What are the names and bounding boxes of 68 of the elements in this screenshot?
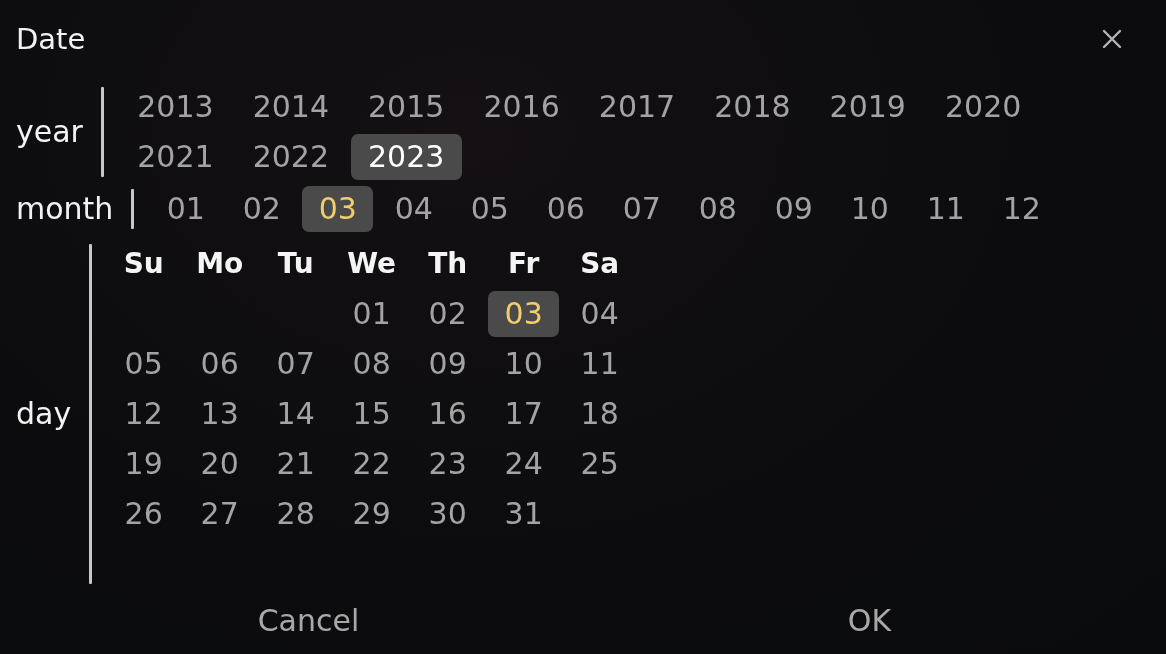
month-option[interactable]: 11: [910, 186, 982, 232]
day-option[interactable]: 22: [336, 441, 408, 487]
weekday-header: We: [346, 246, 398, 282]
day-option[interactable]: 05: [108, 341, 180, 387]
day-option[interactable]: 09: [412, 341, 484, 387]
year-option[interactable]: 2021: [119, 134, 231, 180]
day-option[interactable]: 30: [412, 491, 484, 537]
weekday-header: Mo: [195, 246, 245, 282]
day-option[interactable]: 07: [260, 341, 332, 387]
day-option[interactable]: 24: [488, 441, 560, 487]
day-option[interactable]: 28: [260, 491, 332, 537]
year-label: year: [16, 113, 83, 151]
year-option[interactable]: 2014: [235, 84, 347, 130]
month-option[interactable]: 10: [834, 186, 906, 232]
confirm-button[interactable]: OK: [833, 596, 906, 645]
cancel-button[interactable]: Cancel: [243, 596, 374, 645]
month-option[interactable]: 09: [758, 186, 830, 232]
day-option[interactable]: 20: [184, 441, 256, 487]
weekday-header: Su: [122, 246, 165, 282]
day-option[interactable]: 08: [336, 341, 408, 387]
weekday-header: Tu: [276, 246, 315, 282]
month-option[interactable]: 08: [682, 186, 754, 232]
day-option[interactable]: 13: [184, 391, 256, 437]
day-option[interactable]: 10: [488, 341, 560, 387]
day-option[interactable]: 23: [412, 441, 484, 487]
day-option[interactable]: 02: [412, 291, 484, 337]
day-option[interactable]: 06: [184, 341, 256, 387]
month-option[interactable]: 04: [378, 186, 450, 232]
weekday-header: Fr: [507, 246, 541, 282]
day-option[interactable]: 29: [336, 491, 408, 537]
day-option[interactable]: 11: [564, 341, 636, 387]
month-option[interactable]: 06: [530, 186, 602, 232]
day-option[interactable]: 19: [108, 441, 180, 487]
day-option[interactable]: 18: [564, 391, 636, 437]
month-label: month: [16, 190, 114, 228]
close-icon[interactable]: [1102, 29, 1122, 49]
month-option[interactable]: 02: [226, 186, 298, 232]
day-option[interactable]: 25: [564, 441, 636, 487]
day-option[interactable]: 27: [184, 491, 256, 537]
day-option[interactable]: 12: [108, 391, 180, 437]
day-option[interactable]: 31: [488, 491, 560, 537]
year-option[interactable]: 2020: [927, 84, 1039, 130]
day-option[interactable]: 01: [336, 291, 408, 337]
day-option[interactable]: 04: [564, 291, 636, 337]
month-option[interactable]: 03: [302, 186, 374, 232]
day-option[interactable]: 26: [108, 491, 180, 537]
month-option[interactable]: 05: [454, 186, 526, 232]
month-option[interactable]: 12: [986, 186, 1058, 232]
weekday-header: Th: [427, 246, 469, 282]
year-option[interactable]: 2013: [119, 84, 231, 130]
day-option[interactable]: 15: [336, 391, 408, 437]
year-option[interactable]: 2023: [350, 134, 462, 180]
year-option[interactable]: 2018: [696, 84, 808, 130]
day-option[interactable]: 21: [260, 441, 332, 487]
day-option[interactable]: 03: [488, 291, 560, 337]
year-option[interactable]: 2016: [466, 84, 578, 130]
year-option[interactable]: 2015: [350, 84, 462, 130]
month-option[interactable]: 07: [606, 186, 678, 232]
day-label: day: [16, 395, 72, 433]
month-option[interactable]: 01: [150, 186, 222, 232]
year-option[interactable]: 2017: [581, 84, 693, 130]
year-option[interactable]: 2019: [812, 84, 924, 130]
day-option[interactable]: 16: [412, 391, 484, 437]
day-option[interactable]: 14: [260, 391, 332, 437]
day-option[interactable]: 17: [488, 391, 560, 437]
year-option[interactable]: 2022: [235, 134, 347, 180]
weekday-header: Sa: [579, 246, 621, 282]
dialog-title: Date: [16, 21, 86, 58]
